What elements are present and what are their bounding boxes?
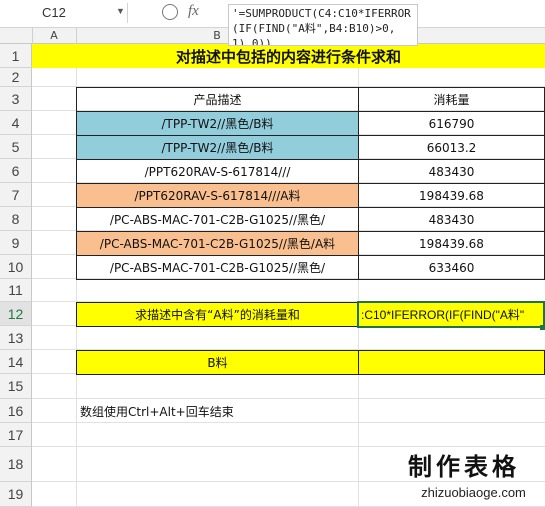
sheet-title[interactable]: 对描述中包括的内容进行条件求和	[32, 44, 545, 68]
row-header[interactable]: 13	[0, 326, 32, 350]
formula-input[interactable]: '=SUMPRODUCT(C4:C10*IFERROR(IF(FIND("A料"…	[228, 4, 418, 46]
row-header[interactable]: 12	[0, 302, 32, 326]
row-header[interactable]: 14	[0, 350, 32, 374]
watermark-url: zhizuobiaoge.com	[421, 485, 526, 500]
row-header[interactable]: 6	[0, 159, 32, 183]
value-cell[interactable]: 198439.68	[358, 183, 545, 208]
column-header-a[interactable]: A	[32, 28, 77, 44]
watermark-title: 制作表格	[408, 452, 520, 481]
select-all-corner[interactable]	[0, 28, 33, 44]
formula-tools: fx	[150, 3, 220, 23]
b-value-cell[interactable]	[358, 350, 545, 375]
desc-cell[interactable]: /TPP-TW2//黑色/B料	[76, 135, 359, 160]
note-text[interactable]: 数组使用Ctrl+Alt+回车结束	[80, 399, 358, 423]
header-consumption[interactable]: 消耗量	[358, 87, 545, 112]
desc-cell[interactable]: /PPT620RAV-S-617814///A料	[76, 183, 359, 208]
desc-cell[interactable]: /PC-ABS-MAC-701-C2B-G1025//黑色/	[76, 207, 359, 232]
fill-handle[interactable]	[540, 325, 545, 330]
value-cell[interactable]: 198439.68	[358, 231, 545, 256]
row-header[interactable]: 19	[0, 482, 32, 507]
row-header[interactable]: 9	[0, 231, 32, 255]
row-header[interactable]: 7	[0, 183, 32, 207]
watermark-logo: 制作表格	[408, 447, 545, 481]
row-header[interactable]: 4	[0, 111, 32, 135]
row-header[interactable]: 15	[0, 374, 32, 399]
row-header[interactable]: 18	[0, 447, 32, 482]
b-label-cell[interactable]: B料	[76, 350, 359, 375]
value-cell[interactable]: 66013.2	[358, 135, 545, 160]
row-header[interactable]: 16	[0, 399, 32, 423]
desc-cell[interactable]: /PC-ABS-MAC-701-C2B-G1025//黑色/	[76, 255, 359, 280]
zoom-icon[interactable]	[162, 4, 178, 20]
row-header[interactable]: 8	[0, 207, 32, 231]
value-cell[interactable]: 633460	[358, 255, 545, 280]
value-cell[interactable]: 616790	[358, 111, 545, 136]
name-box[interactable]: C12 ▼	[0, 3, 128, 23]
row-header[interactable]: 10	[0, 255, 32, 279]
value-cell[interactable]: 483430	[358, 159, 545, 184]
value-cell[interactable]: 483430	[358, 207, 545, 232]
watermark-url-box: zhizuobiaoge.com	[402, 482, 545, 500]
chevron-down-icon[interactable]: ▼	[116, 6, 125, 16]
row-header[interactable]: 1	[0, 44, 32, 68]
desc-cell[interactable]: /PPT620RAV-S-617814///	[76, 159, 359, 184]
row-header[interactable]: 11	[0, 279, 32, 302]
selected-cell-c12[interactable]: :C10*IFERROR(IF(FIND("A料"	[357, 301, 545, 328]
desc-cell[interactable]: /PC-ABS-MAC-701-C2B-G1025//黑色/A料	[76, 231, 359, 256]
desc-cell[interactable]: /TPP-TW2//黑色/B料	[76, 111, 359, 136]
row-header[interactable]: 17	[0, 423, 32, 447]
row-header[interactable]: 3	[0, 87, 32, 111]
row-header[interactable]: 2	[0, 68, 32, 87]
row-header[interactable]: 5	[0, 135, 32, 159]
fx-icon[interactable]: fx	[188, 3, 199, 20]
header-product-desc[interactable]: 产品描述	[76, 87, 359, 112]
query-label-cell[interactable]: 求描述中含有“A料”的消耗量和	[76, 302, 359, 327]
name-box-value: C12	[42, 5, 66, 20]
